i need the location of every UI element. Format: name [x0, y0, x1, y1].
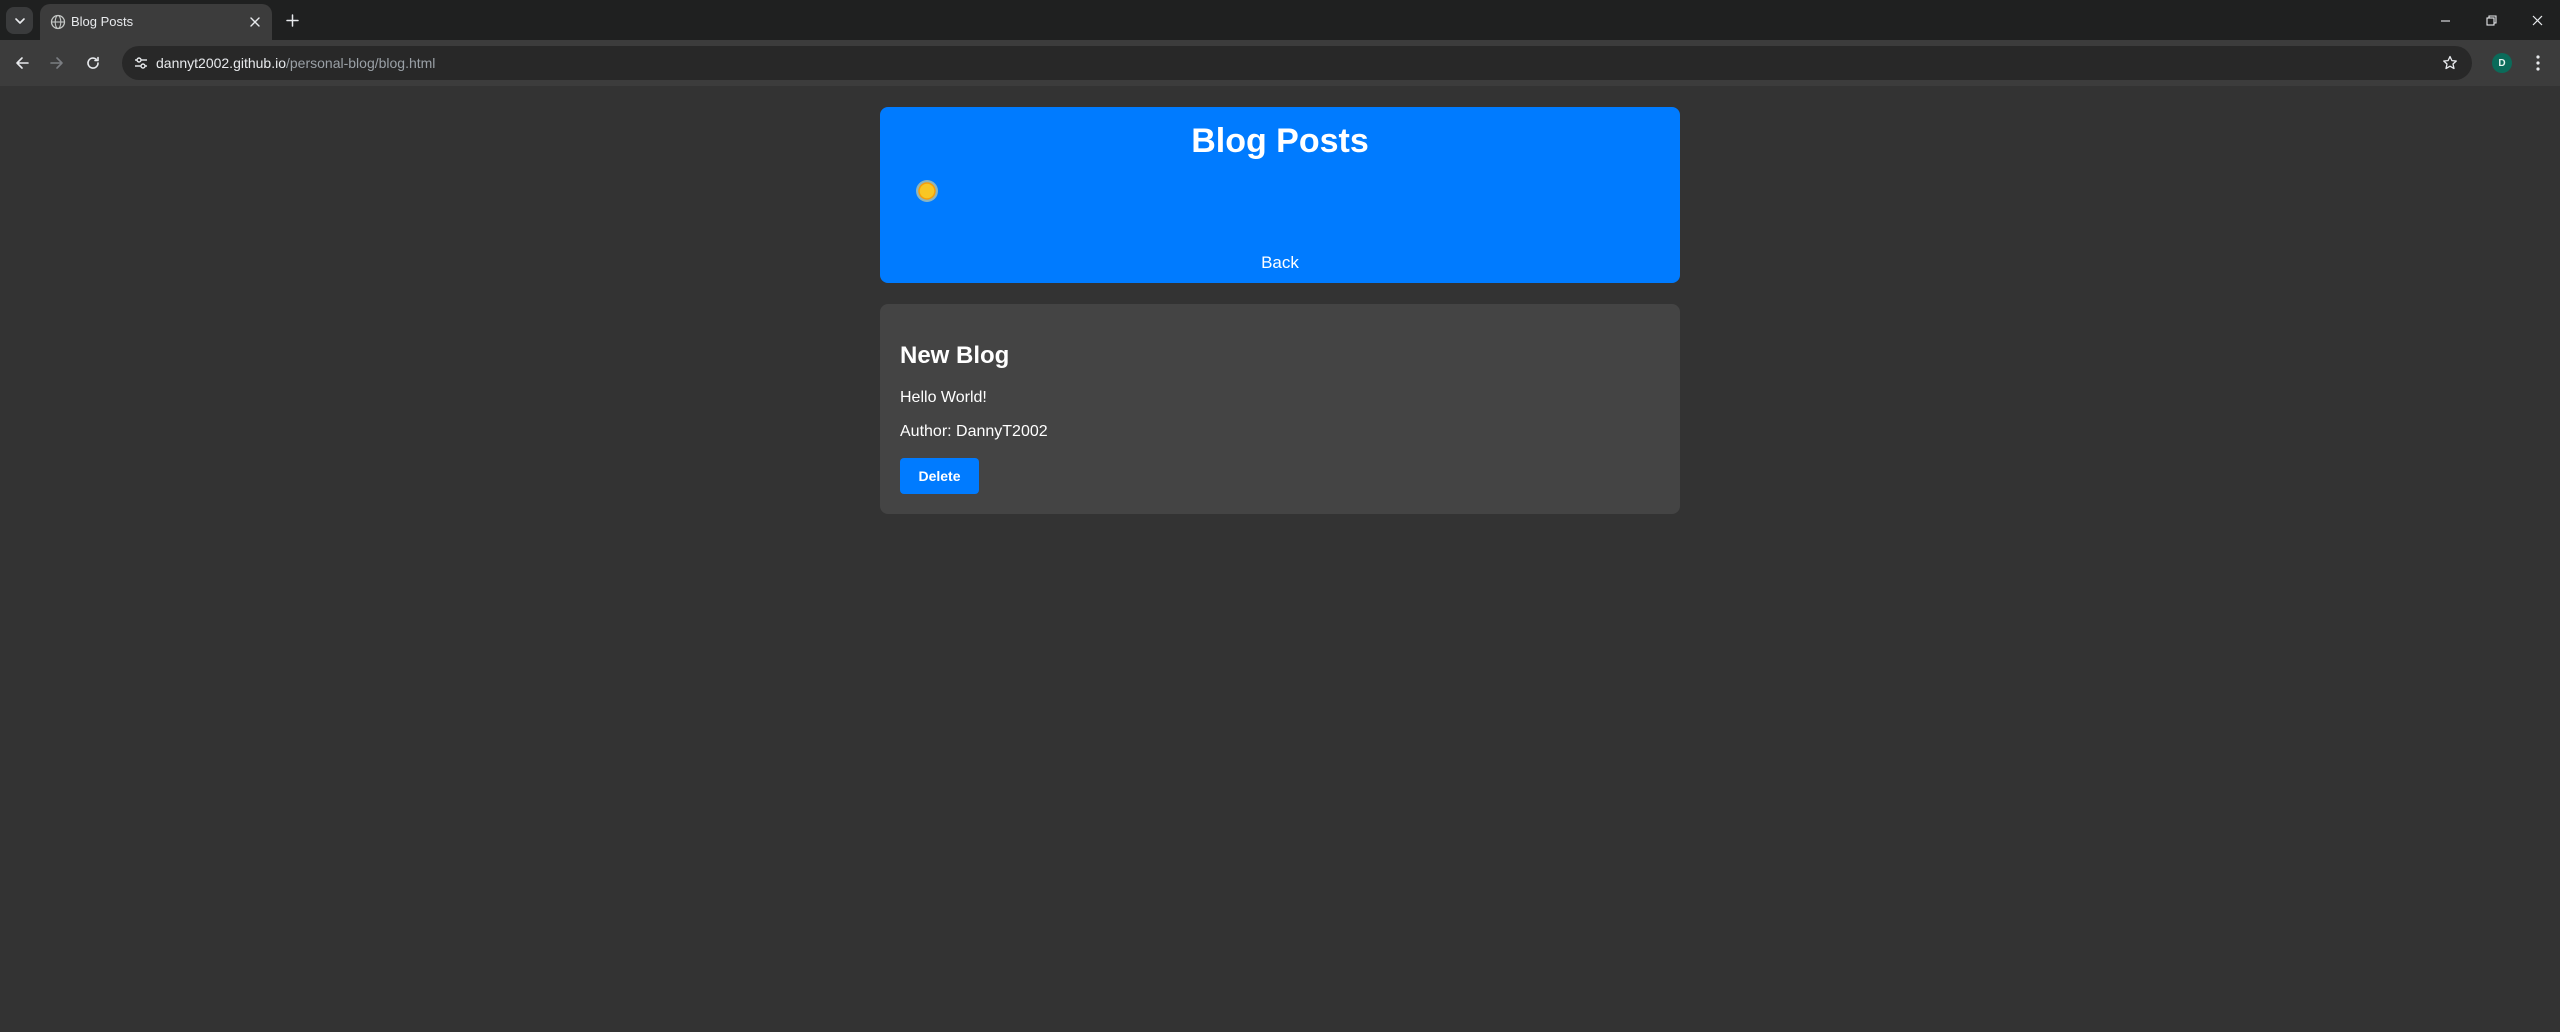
post-author: Author: DannyT2002 [900, 423, 1048, 440]
post-title: New Blog [900, 342, 1010, 369]
blog-post-card: New Blog Hello World! Author: DannyT2002… [880, 304, 1680, 514]
page-header: Blog Posts Back [880, 107, 1680, 283]
arrow-left-icon [16, 57, 29, 69]
theme-toggle-button[interactable] [914, 178, 940, 204]
window-controls [2422, 0, 2560, 40]
globe-icon [50, 14, 66, 30]
forward-button[interactable] [44, 50, 70, 76]
browser-tab-active[interactable]: Blog Posts [40, 4, 272, 40]
site-info-button[interactable] [130, 52, 152, 74]
minimize-icon [2440, 19, 2450, 22]
browser-toolbar: dannyt2002.github.io/personal-blog/blog.… [0, 40, 2560, 86]
restore-icon [2485, 14, 2497, 26]
profile-avatar[interactable]: D [2492, 53, 2512, 73]
tab-search-button[interactable] [6, 7, 33, 34]
browser-menu-button[interactable] [2526, 51, 2550, 75]
reload-button[interactable] [80, 50, 106, 76]
bookmark-button[interactable] [2440, 53, 2460, 73]
tab-title: Blog Posts [71, 14, 134, 29]
tune-icon [135, 57, 147, 69]
url-text[interactable]: dannyt2002.github.io/personal-blog/blog.… [156, 55, 435, 71]
browser-tab-strip: Blog Posts [0, 0, 2560, 40]
reload-icon [87, 56, 99, 69]
sun-icon [916, 180, 938, 202]
kebab-menu-icon [2536, 55, 2540, 71]
back-link[interactable]: Back [880, 253, 1680, 273]
star-icon [2443, 55, 2457, 70]
back-link-label[interactable]: Back [1261, 253, 1299, 272]
minimize-button[interactable] [2422, 0, 2468, 40]
close-icon [2532, 15, 2542, 25]
arrow-right-icon [50, 57, 63, 69]
url-path: /personal-blog/blog.html [286, 55, 436, 71]
post-content: Hello World! [900, 389, 987, 406]
close-window-button[interactable] [2514, 0, 2560, 40]
new-tab-button[interactable] [280, 8, 304, 32]
close-icon [250, 17, 260, 27]
url-host: dannyt2002.github.io [156, 55, 286, 71]
address-bar[interactable]: dannyt2002.github.io/personal-blog/blog.… [122, 46, 2472, 80]
page-title: Blog Posts [1191, 122, 1369, 160]
chevron-down-icon [14, 17, 25, 24]
page-viewport: Blog Posts Back New Blog Hello World! Au… [0, 86, 2560, 1032]
delete-button[interactable]: Delete [900, 458, 979, 494]
plus-icon [285, 13, 299, 27]
back-button[interactable] [9, 50, 35, 76]
restore-button[interactable] [2468, 0, 2514, 40]
tab-close-button[interactable] [246, 13, 264, 31]
